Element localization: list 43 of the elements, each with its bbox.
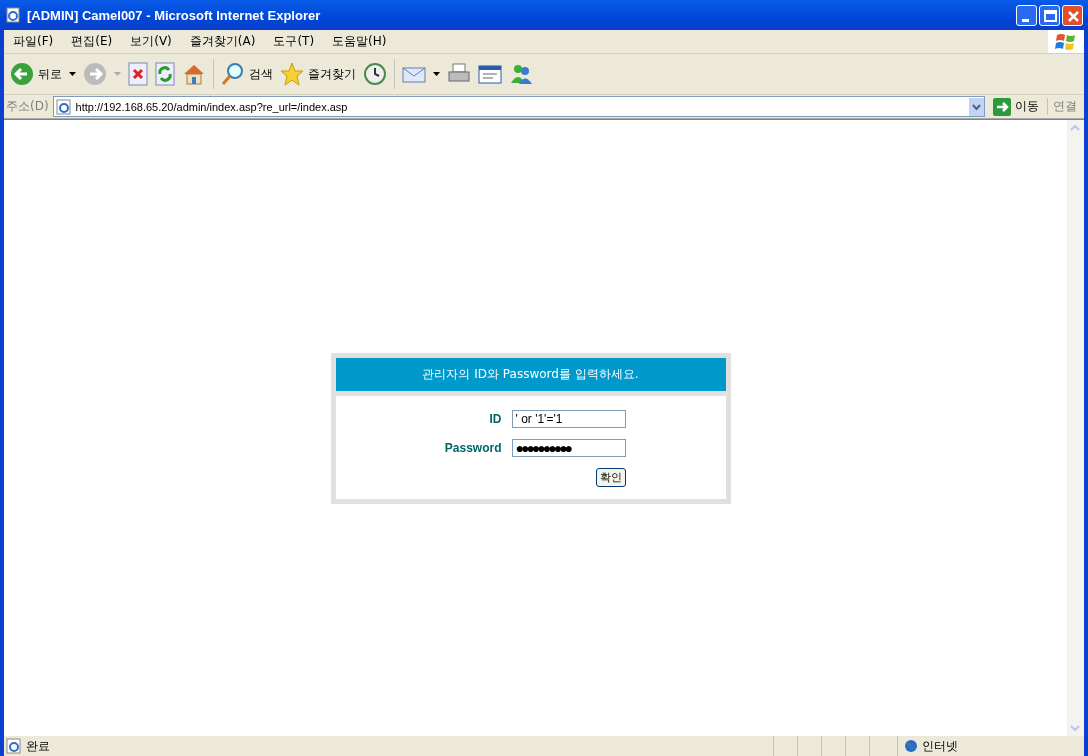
browser-icon [5, 7, 21, 23]
close-button[interactable] [1062, 4, 1083, 26]
window-title: [ADMIN] Camel007 - Microsoft Internet Explorer [27, 7, 322, 23]
password-label: Password [444, 440, 502, 455]
menu-item[interactable]: 즐겨찾기(A) [180, 33, 265, 50]
globe-icon [904, 739, 918, 753]
menu-item[interactable]: 도움말(H) [323, 33, 396, 50]
zone-text: 인터넷 [922, 737, 958, 755]
id-label: ID [489, 411, 502, 426]
home-icon[interactable] [182, 62, 206, 86]
menu-item[interactable]: 보기(V) [121, 33, 181, 50]
menu-item[interactable]: 도구(T) [264, 33, 324, 50]
status-text: 완료 [26, 737, 50, 755]
dropdown-arrow-icon[interactable] [69, 72, 76, 76]
search-button[interactable]: 검색 [221, 62, 273, 86]
address-field[interactable]: http://192.168.65.20/admin/index.asp?re_url=/index.asp [52, 96, 985, 117]
menu-item[interactable]: 파일(F) [4, 33, 63, 50]
favorites-button[interactable]: 즐겨찾기 [280, 62, 356, 86]
menu-item[interactable]: 편집(E) [62, 33, 122, 50]
dropdown-arrow-icon[interactable] [433, 72, 440, 76]
edit-icon[interactable] [478, 63, 502, 85]
windows-logo-icon [1055, 31, 1077, 52]
password-field[interactable]: ●●●●●●●●●● [511, 438, 626, 457]
search-icon [221, 62, 245, 86]
maximize-button[interactable] [1039, 4, 1060, 26]
login-heading: 관리자의 ID와 Password를 입력하세요. [335, 357, 726, 396]
dropdown-icon[interactable] [969, 97, 984, 116]
forward-icon[interactable] [83, 62, 107, 86]
page-icon [6, 738, 22, 754]
address-label: 주소(D) [6, 98, 49, 115]
minimize-icon [1022, 18, 1029, 22]
minimize-button[interactable] [1016, 4, 1037, 26]
page-icon [55, 98, 72, 115]
go-button[interactable]: 이동 [989, 97, 1043, 116]
id-field[interactable]: ' or '1'='1 [511, 409, 626, 428]
back-button[interactable]: 뒤로 [10, 62, 62, 86]
stop-icon[interactable] [128, 62, 148, 86]
confirm-button[interactable]: 확인 [595, 467, 626, 487]
history-icon[interactable] [363, 62, 387, 86]
mail-icon[interactable] [402, 64, 426, 84]
refresh-icon[interactable] [155, 62, 175, 86]
people-icon[interactable] [509, 63, 533, 85]
star-icon [280, 62, 304, 86]
